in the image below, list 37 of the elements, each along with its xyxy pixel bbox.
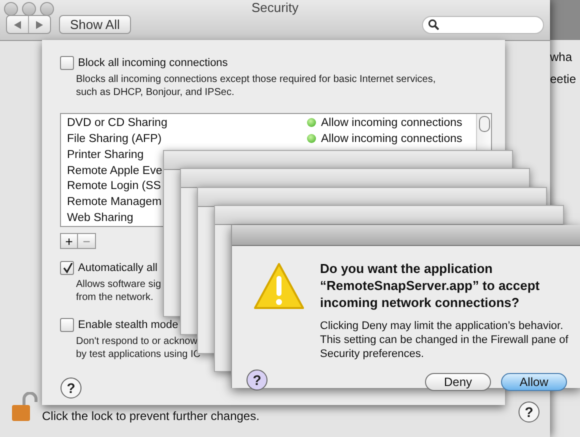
- service-name[interactable]: File Sharing (AFP): [67, 132, 307, 145]
- checkbox[interactable]: [60, 318, 74, 332]
- option-description: Don't respond to or acknow: [76, 335, 198, 348]
- dialog-button[interactable]: Allow: [501, 372, 567, 390]
- alert-question: Do you want the application “RemoteSnapServer.app” to accept incoming network connections?: [320, 260, 541, 311]
- option-description: such as DHCP, Bonjour, and IPSec.: [76, 86, 234, 99]
- lock-hint-text: Click the lock to prevent further changes.: [42, 409, 260, 423]
- window-control-button[interactable]: [4, 2, 18, 16]
- service-name[interactable]: DVD or CD Sharing: [67, 116, 307, 129]
- checkbox[interactable]: [60, 56, 74, 70]
- window-control-button[interactable]: [22, 2, 36, 16]
- alert-message: Clicking Deny may limit the application’s behavior. This setting can be changed in the Firewall pane of Security preferences.: [320, 319, 570, 361]
- search-icon: [428, 19, 439, 30]
- checkbox-label: Automatically all: [78, 262, 158, 274]
- window-title: Security: [252, 0, 298, 15]
- title-bar: [548, 0, 580, 40]
- option-description: Allows software sig: [76, 278, 162, 291]
- add-button[interactable]: +: [60, 233, 78, 249]
- status-dot-icon: [307, 134, 316, 144]
- service-status[interactable]: Allow incoming connections: [321, 132, 462, 145]
- window-text: wha: [550, 50, 574, 64]
- dialog-button[interactable]: Deny: [425, 372, 491, 390]
- window-control-button[interactable]: [40, 2, 54, 16]
- checkbox-label: Enable stealth mode: [78, 319, 178, 331]
- show-all-button[interactable]: Show All: [59, 15, 131, 34]
- checkbox-label: Block all incoming connections: [78, 57, 228, 69]
- checkbox[interactable]: [60, 261, 74, 275]
- right-triangle-icon: [36, 20, 43, 28]
- status-dot-icon: [307, 118, 316, 128]
- padlock-icon[interactable]: [10, 392, 38, 422]
- option-description: from the network.: [76, 291, 154, 304]
- warning-icon: [254, 262, 304, 310]
- window-text: eetie: [550, 72, 578, 86]
- left-triangle-icon: [14, 20, 21, 28]
- search-field[interactable]: [422, 16, 544, 34]
- option-description: Blocks all incoming connections except those required for basic Internet services,: [76, 73, 436, 86]
- service-status[interactable]: Allow incoming connections: [321, 116, 462, 129]
